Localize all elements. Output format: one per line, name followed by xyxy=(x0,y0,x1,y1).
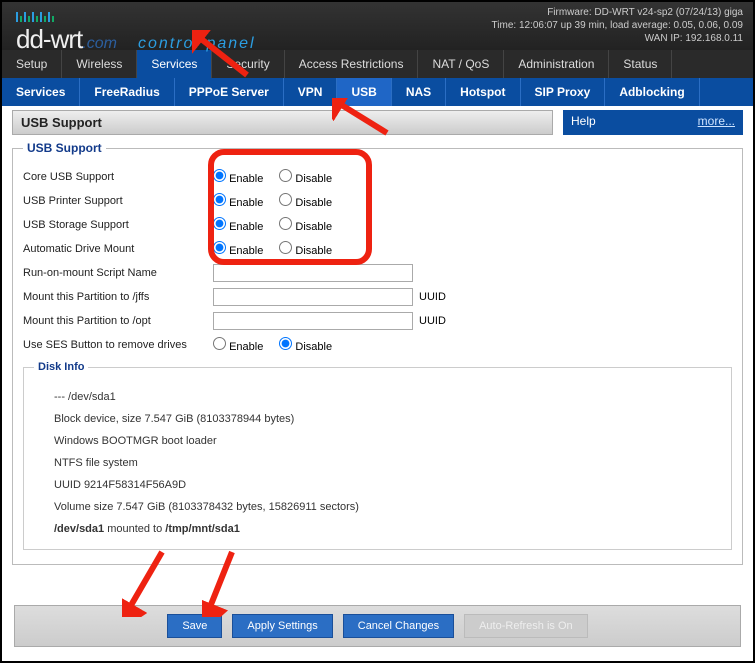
footer-buttons: Save Apply Settings Cancel Changes Auto-… xyxy=(14,605,741,647)
core-usb-label: Core USB Support xyxy=(23,171,213,183)
tab-status[interactable]: Status xyxy=(609,50,672,78)
disk-mounted-line: /dev/sda1 mounted to /tmp/mnt/sda1 xyxy=(44,518,711,540)
printer-enable-radio[interactable] xyxy=(213,193,226,206)
header-info: Firmware: DD-WRT v24-sp2 (07/24/13) giga… xyxy=(492,6,743,45)
script-label: Run-on-mount Script Name xyxy=(23,267,213,279)
mount-disable-radio[interactable] xyxy=(279,241,292,254)
logo-bars-icon xyxy=(16,10,56,22)
help-more-link[interactable]: more... xyxy=(698,114,735,131)
jffs-input[interactable] xyxy=(213,288,413,306)
subtab-freeradius[interactable]: FreeRadius xyxy=(80,78,174,106)
disk-info-fieldset: Disk Info --- /dev/sda1 Block device, si… xyxy=(23,361,732,550)
tab-access-restrictions[interactable]: Access Restrictions xyxy=(285,50,419,78)
apply-settings-button[interactable]: Apply Settings xyxy=(232,614,332,638)
subtab-adblocking[interactable]: Adblocking xyxy=(605,78,699,106)
disk-line: UUID 9214F58314F56A9D xyxy=(44,474,711,496)
logo-text: dd-wrt xyxy=(16,24,82,54)
usb-support-legend: USB Support xyxy=(23,141,106,155)
logo: dd-wrt.com control panel xyxy=(16,10,256,55)
uptime-line: Time: 12:06:07 up 39 min, load average: … xyxy=(492,19,743,32)
disk-line: Windows BOOTMGR boot loader xyxy=(44,430,711,452)
header: dd-wrt.com control panel Firmware: DD-WR… xyxy=(2,2,753,50)
printer-disable-radio[interactable] xyxy=(279,193,292,206)
subtab-vpn[interactable]: VPN xyxy=(284,78,338,106)
usb-support-fieldset: USB Support Core USB Support Enable Disa… xyxy=(12,141,743,565)
subtab-services[interactable]: Services xyxy=(2,78,80,106)
firmware-line: Firmware: DD-WRT v24-sp2 (07/24/13) giga xyxy=(492,6,743,19)
logo-ext: .com xyxy=(82,35,117,52)
ses-disable-radio[interactable] xyxy=(279,337,292,350)
subtab-nas[interactable]: NAS xyxy=(392,78,446,106)
subtab-sip-proxy[interactable]: SIP Proxy xyxy=(521,78,606,106)
disk-line: Volume size 7.547 GiB (8103378432 bytes,… xyxy=(44,496,711,518)
subtab-pppoe-server[interactable]: PPPoE Server xyxy=(175,78,284,106)
script-input[interactable] xyxy=(213,264,413,282)
subtab-hotspot[interactable]: Hotspot xyxy=(446,78,520,106)
ses-enable-radio[interactable] xyxy=(213,337,226,350)
help-panel-header: Help more... xyxy=(563,110,743,135)
jffs-uuid-label: UUID xyxy=(419,291,446,303)
jffs-label: Mount this Partition to /jffs xyxy=(23,291,213,303)
page-title: USB Support xyxy=(12,110,553,135)
disk-line: Block device, size 7.547 GiB (8103378944… xyxy=(44,408,711,430)
storage-enable-radio[interactable] xyxy=(213,217,226,230)
printer-label: USB Printer Support xyxy=(23,195,213,207)
save-button[interactable]: Save xyxy=(167,614,222,638)
mount-label: Automatic Drive Mount xyxy=(23,243,213,255)
core-usb-disable-radio[interactable] xyxy=(279,169,292,182)
storage-disable-radio[interactable] xyxy=(279,217,292,230)
disk-info-legend: Disk Info xyxy=(34,361,88,373)
help-title: Help xyxy=(571,114,596,131)
opt-uuid-label: UUID xyxy=(419,315,446,327)
logo-subtitle: control panel xyxy=(138,35,256,52)
cancel-changes-button[interactable]: Cancel Changes xyxy=(343,614,454,638)
storage-label: USB Storage Support xyxy=(23,219,213,231)
tab-nat-qos[interactable]: NAT / QoS xyxy=(418,50,504,78)
mount-enable-radio[interactable] xyxy=(213,241,226,254)
ses-label: Use SES Button to remove drives xyxy=(23,339,213,351)
wanip-line: WAN IP: 192.168.0.11 xyxy=(492,32,743,45)
opt-input[interactable] xyxy=(213,312,413,330)
subtab-usb[interactable]: USB xyxy=(337,78,391,106)
disk-line: NTFS file system xyxy=(44,452,711,474)
tabs-sub: Services FreeRadius PPPoE Server VPN USB… xyxy=(2,78,753,106)
core-usb-enable-radio[interactable] xyxy=(213,169,226,182)
tab-administration[interactable]: Administration xyxy=(504,50,609,78)
opt-label: Mount this Partition to /opt xyxy=(23,315,213,327)
auto-refresh-button[interactable]: Auto-Refresh is On xyxy=(464,614,588,638)
disk-line: --- /dev/sda1 xyxy=(44,386,711,408)
